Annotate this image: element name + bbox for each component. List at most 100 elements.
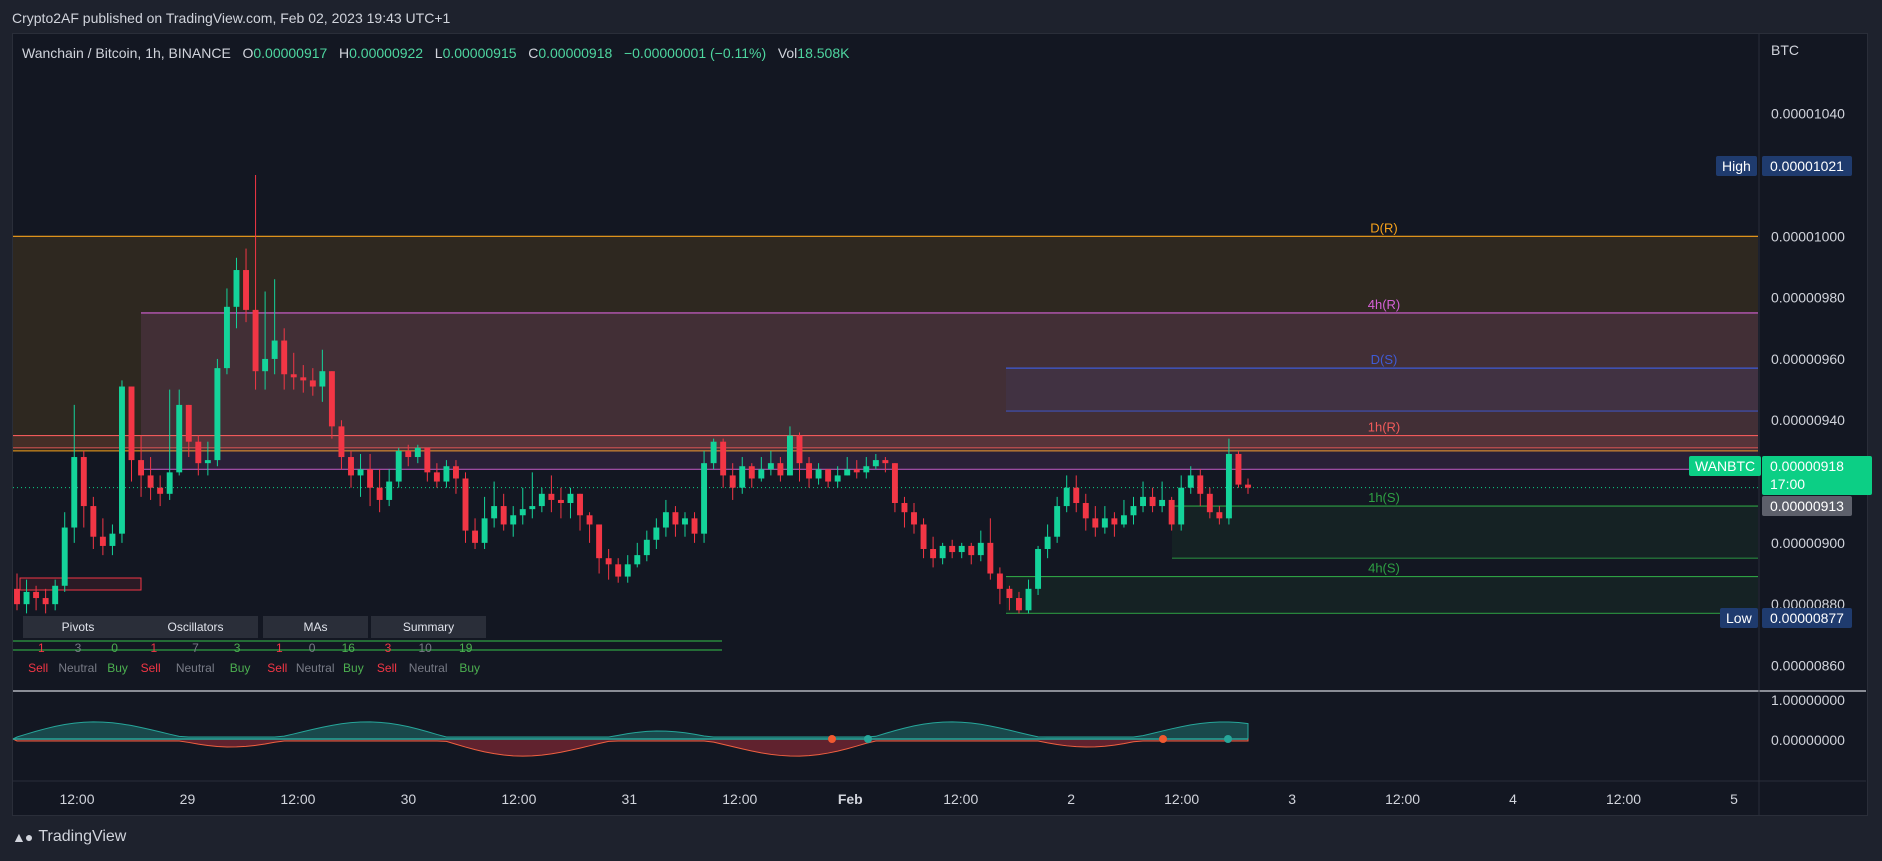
candle-body xyxy=(739,466,746,488)
candle-body xyxy=(214,368,221,461)
candle-body xyxy=(1140,496,1146,507)
last-price: 0.00000918 xyxy=(1770,458,1844,474)
candle-body xyxy=(1101,518,1108,528)
symbol-legend: Wanchain / Bitcoin, 1h, BINANCE O0.00000… xyxy=(22,45,849,61)
time-tick: 12:00 xyxy=(59,791,94,807)
footer-brand[interactable]: ▲● TradingView xyxy=(12,828,126,846)
candle-body xyxy=(911,512,917,525)
volume-value: 18.508K xyxy=(797,45,850,61)
candle-body xyxy=(157,487,164,494)
candle-body xyxy=(1225,453,1232,519)
osc-tick: 1.00000000 xyxy=(1771,692,1845,708)
candle-body xyxy=(1082,503,1089,519)
oscillator-positive xyxy=(12,721,1249,740)
candle-body xyxy=(682,518,688,525)
candle-body xyxy=(1206,493,1213,513)
candle-body xyxy=(920,524,927,549)
candle-body xyxy=(119,386,125,534)
time-tick: 2 xyxy=(1067,791,1075,807)
candle-body xyxy=(223,306,230,369)
candle-body xyxy=(33,591,40,599)
zone-label: 1h(S) xyxy=(1368,490,1400,505)
candle-body xyxy=(414,447,421,458)
candle-body xyxy=(185,404,192,442)
candle-body xyxy=(281,340,288,375)
candle-body xyxy=(557,499,564,504)
time-tick: 12:00 xyxy=(1385,791,1420,807)
chart-canvas[interactable]: D(R) 4h(R) D(S) 1h(R) 1h(S) 4h(S) BTC 0.000010… xyxy=(0,0,1882,861)
oscillator-negative xyxy=(12,738,1249,757)
zone-label: 4h(S) xyxy=(1368,561,1400,576)
candle-body xyxy=(538,493,545,507)
candle-body xyxy=(290,374,297,378)
candle-body xyxy=(195,441,202,464)
pivot-header: Oscillators xyxy=(133,616,258,638)
candle-body xyxy=(567,493,574,504)
candle-body xyxy=(1216,512,1223,519)
candle-body xyxy=(1149,496,1156,507)
candle-body xyxy=(1025,588,1032,611)
candle-body xyxy=(834,475,841,482)
candle-body xyxy=(1245,484,1251,488)
candle-body xyxy=(653,527,660,540)
symbol-name[interactable]: Wanchain / Bitcoin, 1h, BINANCE xyxy=(22,45,231,61)
candle-body xyxy=(605,558,612,565)
candle-body xyxy=(891,463,898,504)
price-tick: 0.00000980 xyxy=(1771,290,1845,306)
tradingview-logo-icon: ▲● xyxy=(12,829,33,845)
candle-body xyxy=(577,493,583,516)
candle-body xyxy=(52,585,59,605)
candle-body xyxy=(472,530,479,543)
candle-body xyxy=(357,469,364,476)
candle-body xyxy=(958,545,965,553)
candle-body xyxy=(634,555,641,565)
signal-dot xyxy=(828,735,836,743)
candle-body xyxy=(901,503,908,513)
low-tag-value: 0.00000877 xyxy=(1762,608,1852,628)
candle-body xyxy=(624,564,631,577)
price-tick: 0.00000900 xyxy=(1771,535,1845,551)
candle-body xyxy=(1130,506,1137,516)
pivot-count: 3 xyxy=(74,641,82,655)
candle-body xyxy=(1111,518,1118,525)
candle-body xyxy=(319,371,326,387)
candle-body xyxy=(949,545,956,553)
candle-body xyxy=(271,340,278,359)
close-value: 0.00000918 xyxy=(538,45,613,61)
candle-body xyxy=(1235,453,1242,485)
candle-body xyxy=(61,527,68,586)
resistance-box xyxy=(19,577,142,591)
pivot-label: Sell xyxy=(140,661,161,675)
pivot-label: Sell xyxy=(28,661,49,675)
candle-body xyxy=(309,380,316,387)
open-value: 0.00000917 xyxy=(253,45,328,61)
pivot-count: 10 xyxy=(418,641,432,655)
pivot-label: Sell xyxy=(376,661,397,675)
pivot-count: 1 xyxy=(37,641,45,655)
candle-body xyxy=(710,441,717,464)
time-tick: 5 xyxy=(1730,791,1738,807)
candle-body xyxy=(405,450,412,458)
pivot-section-summary: Summary 3 10 19 Sell Neutral Buy xyxy=(371,616,486,678)
candle-body xyxy=(1092,518,1099,528)
candle-body xyxy=(1016,598,1022,611)
candle-body xyxy=(863,466,870,473)
pivot-label: Neutral xyxy=(408,661,448,675)
time-tick: 4 xyxy=(1509,791,1517,807)
candle-body xyxy=(99,536,106,546)
high-tag-value: 0.00001021 xyxy=(1762,156,1852,176)
pivot-count: 1 xyxy=(150,641,158,655)
candle-body xyxy=(1073,487,1080,504)
candle-body xyxy=(453,466,459,479)
candle-body xyxy=(777,463,784,476)
last-price-tag: 0.00000918 17:00 xyxy=(1762,456,1872,495)
candle-body xyxy=(395,450,402,482)
candle-body xyxy=(300,377,307,381)
candle-body xyxy=(767,463,774,470)
candle-body xyxy=(386,481,393,500)
pivot-label: Neutral xyxy=(175,661,215,675)
candle-body xyxy=(815,469,822,479)
candle-body xyxy=(786,435,793,476)
candle-body xyxy=(1159,499,1166,507)
pivot-header: Pivots xyxy=(23,616,133,638)
